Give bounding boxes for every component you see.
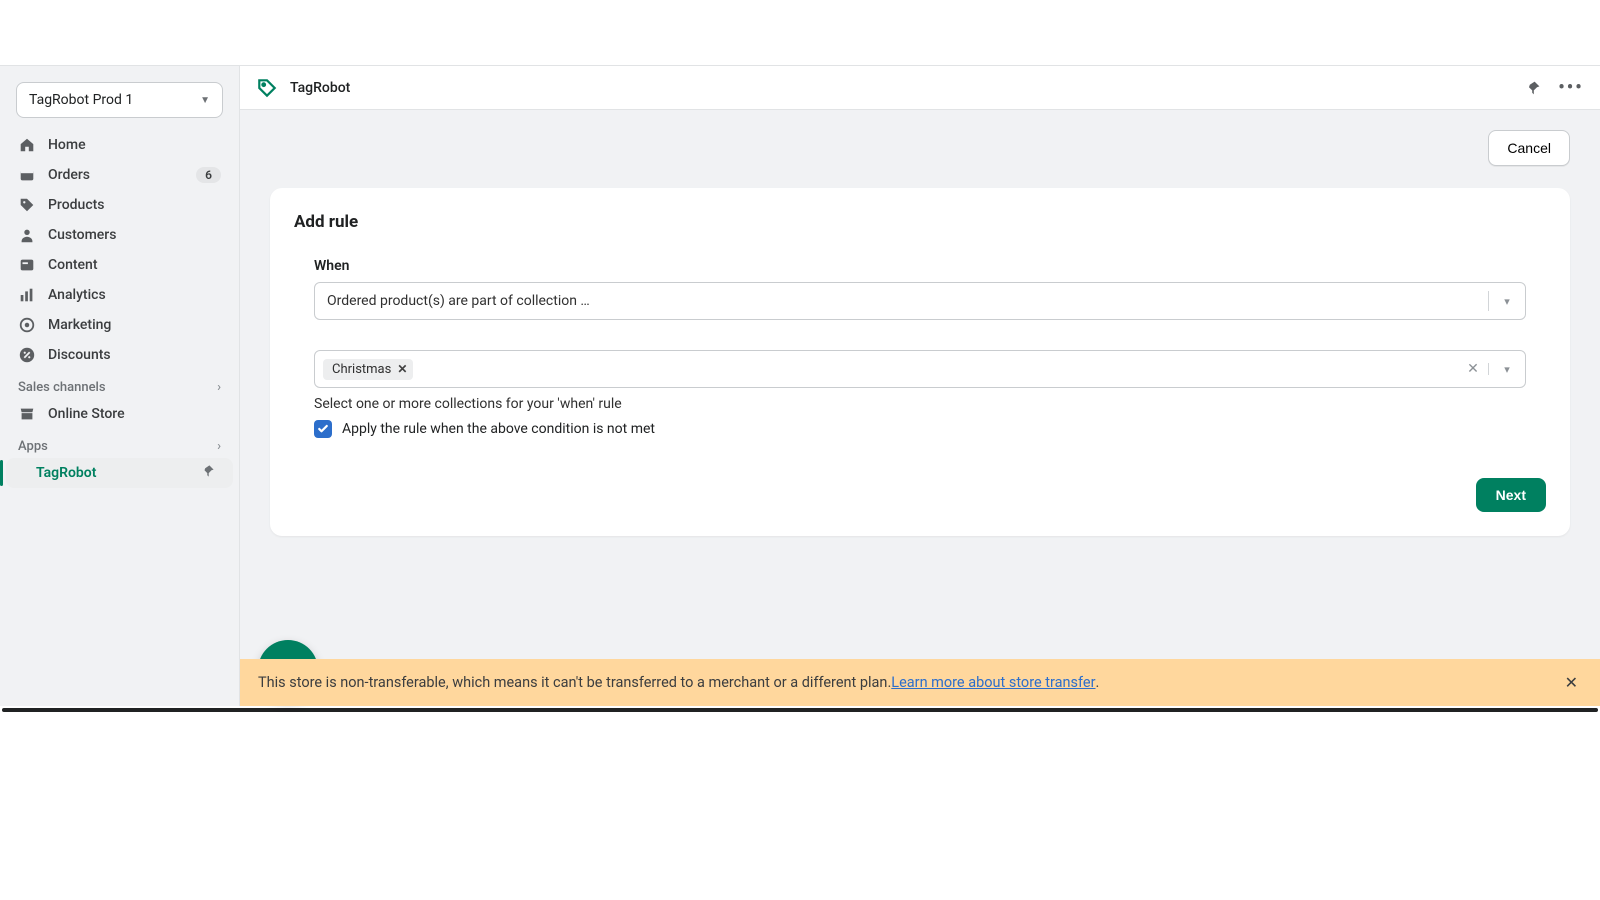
footer-separator xyxy=(2,708,1598,712)
when-label: When xyxy=(314,258,1526,274)
nav-label: Online Store xyxy=(48,406,125,422)
nav-home[interactable]: Home xyxy=(6,130,233,160)
orders-icon xyxy=(18,166,36,184)
chevron-down-icon: ▾ xyxy=(1489,295,1525,308)
app-header: TagRobot ••• xyxy=(240,66,1600,110)
nav-analytics[interactable]: Analytics xyxy=(6,280,233,310)
banner-suffix: . xyxy=(1096,674,1100,691)
store-selector-label: TagRobot Prod 1 xyxy=(29,92,133,108)
chip-label: Christmas xyxy=(332,362,391,377)
tag-icon xyxy=(18,196,36,214)
channels-nav: Online Store xyxy=(0,399,239,429)
nav-label: Discounts xyxy=(48,347,111,363)
tagrobot-app-icon xyxy=(256,77,278,99)
orders-badge: 6 xyxy=(196,167,221,183)
nav-products[interactable]: Products xyxy=(6,190,233,220)
nav-label: Orders xyxy=(48,167,90,183)
chevron-right-icon: › xyxy=(217,380,221,395)
store-icon xyxy=(18,405,36,423)
next-button[interactable]: Next xyxy=(1476,478,1546,512)
nav-label: Products xyxy=(48,197,105,213)
chevron-down-icon: ▾ xyxy=(1489,363,1525,376)
chip-remove-icon[interactable]: ✕ xyxy=(397,362,407,376)
nav-label: Marketing xyxy=(48,317,111,333)
nav-label: Content xyxy=(48,257,98,273)
nav-marketing[interactable]: Marketing xyxy=(6,310,233,340)
nav-label: Customers xyxy=(48,227,116,243)
content-icon xyxy=(18,256,36,274)
nav-online-store[interactable]: Online Store xyxy=(6,399,233,429)
collections-help-text: Select one or more collections for your … xyxy=(314,396,1526,412)
clear-all-icon[interactable]: ✕ xyxy=(1458,361,1488,377)
nav-content[interactable]: Content xyxy=(6,250,233,280)
banner-close-button[interactable]: ✕ xyxy=(1561,669,1582,696)
discount-icon xyxy=(18,346,36,364)
person-icon xyxy=(18,226,36,244)
store-selector[interactable]: TagRobot Prod 1 ▼ xyxy=(16,82,223,118)
nav-label: Home xyxy=(48,137,86,153)
apps-heading[interactable]: Apps › xyxy=(0,429,239,458)
collection-chip: Christmas ✕ xyxy=(323,359,413,380)
cancel-button[interactable]: Cancel xyxy=(1488,130,1570,166)
nav-app-tagrobot[interactable]: TagRobot xyxy=(6,458,233,488)
when-condition-value: Ordered product(s) are part of collectio… xyxy=(327,293,1488,309)
invert-condition-row: Apply the rule when the above condition … xyxy=(314,420,1526,438)
banner-text: This store is non-transferable, which me… xyxy=(258,674,891,691)
main-nav: Home Orders 6 Products Customers xyxy=(0,130,239,370)
collections-multi-select[interactable]: Christmas ✕ ✕ ▾ xyxy=(314,350,1526,388)
marketing-icon xyxy=(18,316,36,334)
nav-label: TagRobot xyxy=(36,465,96,481)
nav-customers[interactable]: Customers xyxy=(6,220,233,250)
more-actions-button[interactable]: ••• xyxy=(1558,75,1584,101)
nav-orders[interactable]: Orders 6 xyxy=(6,160,233,190)
invert-checkbox[interactable] xyxy=(314,420,332,438)
nav-discounts[interactable]: Discounts xyxy=(6,340,233,370)
caret-down-icon: ▼ xyxy=(200,95,210,106)
invert-checkbox-label: Apply the rule when the above condition … xyxy=(342,421,655,437)
banner-link[interactable]: Learn more about store transfer xyxy=(891,674,1095,691)
pin-app-button[interactable] xyxy=(1520,75,1546,101)
pin-icon[interactable] xyxy=(201,464,215,482)
nav-label: Analytics xyxy=(48,287,106,303)
app-title: TagRobot xyxy=(290,80,350,96)
add-rule-card: Add rule When Ordered product(s) are par… xyxy=(270,188,1570,536)
page-bottom-blank xyxy=(0,706,1600,900)
card-title: Add rule xyxy=(294,212,1546,232)
chevron-right-icon: › xyxy=(217,439,221,454)
sales-channels-heading[interactable]: Sales channels › xyxy=(0,370,239,399)
browser-chrome-blank xyxy=(0,0,1600,66)
non-transferable-banner: This store is non-transferable, which me… xyxy=(240,659,1600,706)
when-condition-select[interactable]: Ordered product(s) are part of collectio… xyxy=(314,282,1526,320)
analytics-icon xyxy=(18,286,36,304)
home-icon xyxy=(18,136,36,154)
